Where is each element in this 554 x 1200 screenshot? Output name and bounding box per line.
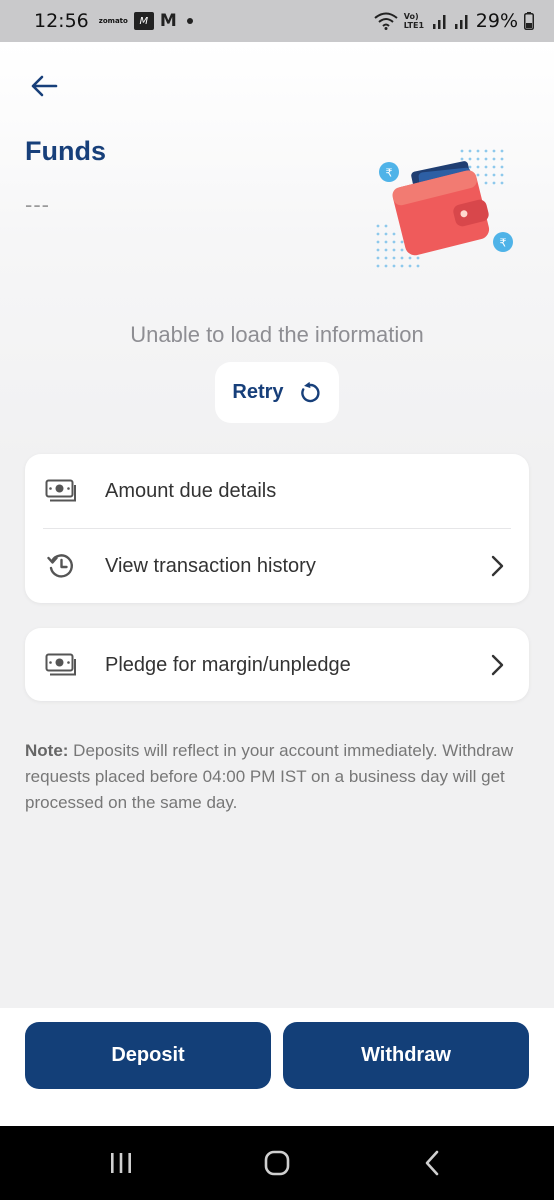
wifi-icon — [374, 12, 398, 30]
history-icon — [45, 552, 77, 580]
retry-button[interactable]: Retry — [215, 362, 339, 423]
myntra-notification-icon: M — [133, 12, 154, 30]
withdraw-button[interactable]: Withdraw — [283, 1022, 529, 1089]
recents-icon — [111, 1153, 131, 1173]
bottom-action-bar: Deposit Withdraw — [0, 1008, 554, 1126]
page-title: Funds — [25, 136, 106, 166]
funds-screen: Funds --- ₹ ₹ Unable to load the informa… — [0, 42, 554, 1008]
gmail-notification-icon: M — [159, 11, 177, 31]
error-message: Unable to load the information — [130, 322, 424, 347]
deposit-button[interactable]: Deposit — [25, 1022, 271, 1089]
view-transaction-history-row[interactable]: View transaction history — [25, 529, 529, 603]
svg-text:₹: ₹ — [500, 237, 507, 250]
home-button[interactable] — [262, 1148, 292, 1178]
funds-value: --- — [25, 192, 50, 217]
battery-icon — [524, 12, 534, 30]
system-navigation-bar — [0, 1126, 554, 1200]
note-prefix: Note: — [25, 741, 69, 760]
home-icon — [264, 1150, 290, 1176]
status-time: 12:56 — [34, 10, 89, 32]
more-notifications-icon — [186, 18, 193, 24]
battery-text: 29% — [475, 10, 518, 32]
status-right: Vo) LTE1 29% — [374, 10, 534, 32]
amount-due-details-label: Amount due details — [105, 479, 277, 502]
pledge-for-margin-row[interactable]: Pledge for margin/unpledge — [25, 628, 529, 702]
retry-label: Retry — [232, 381, 284, 403]
back-nav-icon — [425, 1150, 439, 1176]
note-text: Deposits will reflect in your account im… — [25, 741, 514, 812]
chevron-right-icon — [487, 554, 507, 578]
funds-note: Note: Deposits will reflect in your acco… — [25, 738, 525, 816]
back-arrow-icon — [31, 75, 58, 97]
back-nav-button[interactable] — [420, 1148, 444, 1178]
money-icon — [45, 477, 77, 505]
svg-text:₹: ₹ — [386, 167, 393, 180]
amount-due-details-row[interactable]: Amount due details — [25, 454, 529, 528]
signal-icon — [432, 15, 446, 29]
chevron-right-icon — [487, 653, 507, 677]
signal-icon-2 — [454, 15, 468, 29]
back-button[interactable] — [24, 68, 64, 104]
funds-menu-card: Amount due details View transaction hist… — [25, 454, 529, 603]
zomato-notification-icon: zomato — [98, 17, 128, 25]
wallet-icon: ₹ ₹ — [376, 149, 513, 268]
recents-button[interactable] — [106, 1148, 136, 1178]
money-icon — [45, 651, 77, 679]
pledge-card: Pledge for margin/unpledge — [25, 628, 529, 701]
view-transaction-history-label: View transaction history — [105, 554, 316, 577]
pledge-for-margin-label: Pledge for margin/unpledge — [105, 653, 351, 676]
notification-icons: zomato M M — [99, 11, 193, 31]
network-label: Vo) LTE1 — [403, 12, 425, 30]
status-bar: 12:56 zomato M M Vo) LTE1 29% — [0, 0, 554, 42]
retry-icon — [300, 381, 320, 402]
